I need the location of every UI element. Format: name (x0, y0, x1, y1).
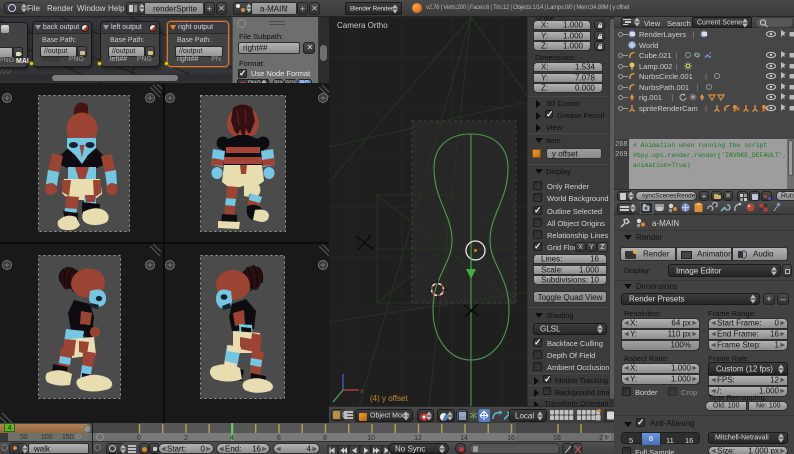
svg-text:x: x (360, 388, 364, 395)
